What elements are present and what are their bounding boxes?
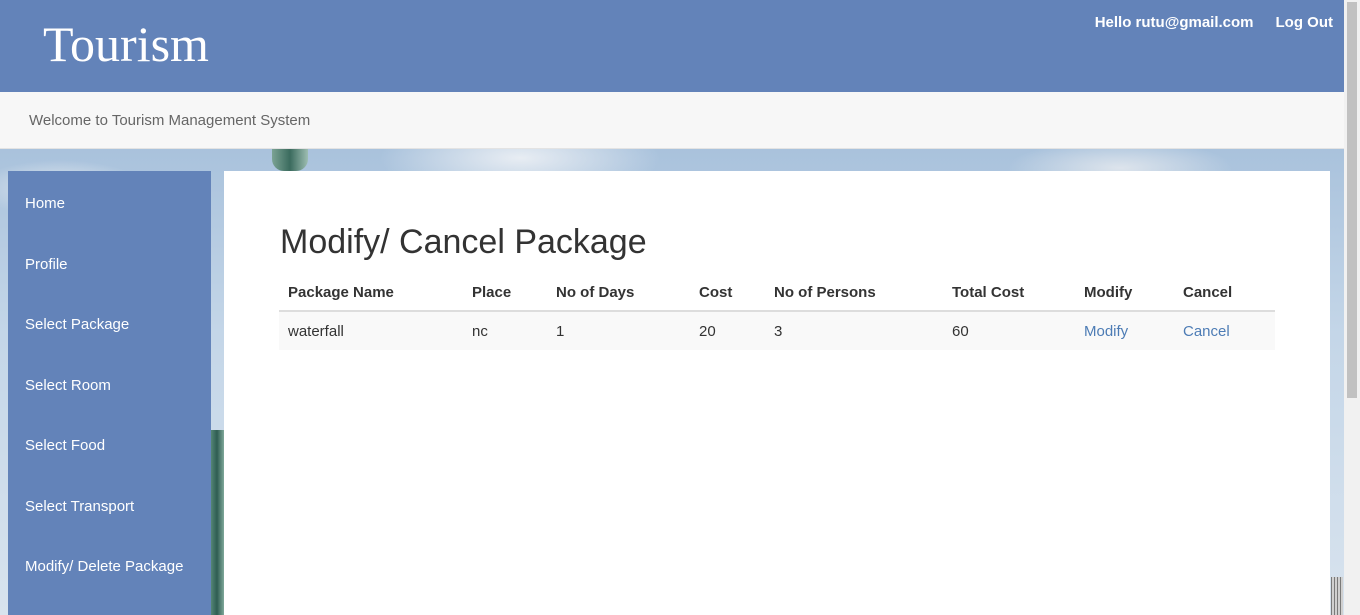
column-header-cancel: Cancel: [1174, 274, 1275, 312]
table-header-row: Package Name Place No of Days Cost No of…: [279, 274, 1275, 312]
user-greeting-link[interactable]: Hello rutu@gmail.com: [1095, 14, 1254, 31]
top-links: Hello rutu@gmail.com Log Out: [1095, 14, 1333, 31]
cell-persons: 3: [765, 311, 943, 350]
table-row: waterfall nc 1 20 3 60 Modify Cancel: [279, 311, 1275, 350]
welcome-bar: Welcome to Tourism Management System: [0, 92, 1344, 149]
welcome-text: Welcome to Tourism Management System: [29, 112, 311, 129]
sidebar-item-home[interactable]: Home: [25, 195, 65, 212]
statue-image: [272, 148, 308, 171]
package-table: Package Name Place No of Days Cost No of…: [279, 274, 1275, 350]
column-header-total-cost: Total Cost: [943, 274, 1075, 312]
cell-cost: 20: [690, 311, 765, 350]
column-header-days: No of Days: [547, 274, 690, 312]
page-title: Modify/ Cancel Package: [280, 223, 647, 261]
column-header-persons: No of Persons: [765, 274, 943, 312]
sidebar-item-select-transport[interactable]: Select Transport: [25, 498, 134, 515]
sidebar-item-select-room[interactable]: Select Room: [25, 377, 111, 394]
scrollbar-thumb[interactable]: [1347, 2, 1357, 398]
sidebar-item-select-package[interactable]: Select Package: [25, 316, 129, 333]
sidebar-item-select-food[interactable]: Select Food: [25, 437, 105, 454]
sidebar-item-profile[interactable]: Profile: [25, 256, 68, 273]
cancel-link[interactable]: Cancel: [1183, 323, 1230, 340]
cell-days: 1: [547, 311, 690, 350]
sidebar-item-modify-delete-package[interactable]: Modify/ Delete Package: [25, 558, 183, 575]
column-header-cost: Cost: [690, 274, 765, 312]
modify-link[interactable]: Modify: [1084, 323, 1128, 340]
cell-package-name: waterfall: [279, 311, 463, 350]
column-header-package-name: Package Name: [279, 274, 463, 312]
statue-image-lower: [210, 430, 224, 615]
header-bar: Tourism Hello rutu@gmail.com Log Out: [0, 0, 1344, 92]
column-header-modify: Modify: [1075, 274, 1174, 312]
cell-modify: Modify: [1075, 311, 1174, 350]
cell-cancel: Cancel: [1174, 311, 1275, 350]
cell-place: nc: [463, 311, 547, 350]
cell-total-cost: 60: [943, 311, 1075, 350]
sidebar: Home Profile Select Package Select Room …: [8, 171, 211, 615]
column-header-place: Place: [463, 274, 547, 312]
main-panel: Modify/ Cancel Package Package Name Plac…: [224, 171, 1330, 615]
brand-logo: Tourism: [43, 16, 209, 72]
resize-grip[interactable]: [1331, 577, 1343, 615]
logout-link[interactable]: Log Out: [1276, 14, 1333, 31]
